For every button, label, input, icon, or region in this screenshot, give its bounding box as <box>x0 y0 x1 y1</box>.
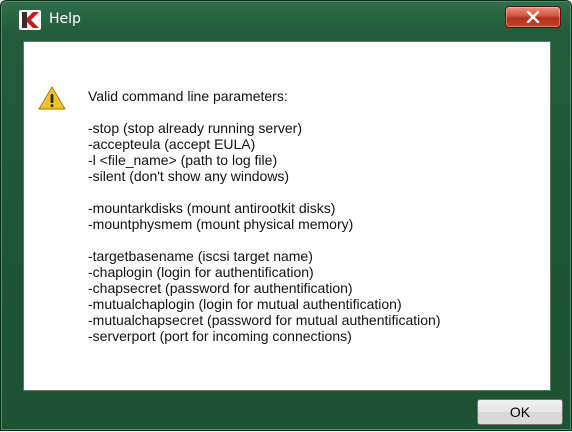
close-button[interactable] <box>505 6 561 28</box>
button-bar: OK <box>1 391 571 432</box>
parameter-line: -chapsecret (password for authentificati… <box>88 280 353 296</box>
parameter-line: -mutualchaplogin (login for mutual authe… <box>88 296 402 312</box>
message-heading: Valid command line parameters: <box>88 88 288 104</box>
parameter-line: -chaplogin (login for authentification) <box>88 264 314 280</box>
close-icon <box>526 11 540 23</box>
ok-button[interactable]: OK <box>477 399 563 425</box>
parameter-line: -stop (stop already running server) <box>88 120 302 136</box>
parameter-line: -silent (don't show any windows) <box>88 168 290 184</box>
parameter-line: -serverport (port for incoming connectio… <box>88 328 352 344</box>
kaspersky-k-icon <box>19 10 41 30</box>
window-title: Help <box>49 11 81 27</box>
warning-icon <box>38 86 66 110</box>
parameter-line: -targetbasename (iscsi target name) <box>88 248 313 264</box>
parameter-line: -accepteula (accept EULA) <box>88 136 256 152</box>
help-dialog: Help Valid command line parameters: -sto… <box>0 0 572 431</box>
parameter-line: -l <file_name> (path to log file) <box>88 152 278 168</box>
message-panel: Valid command line parameters: -stop (st… <box>23 41 551 391</box>
parameter-line: -mountarkdisks (mount antirootkit disks) <box>88 200 336 216</box>
parameter-line: -mutualchapsecret (password for mutual a… <box>88 312 441 328</box>
title-bar[interactable]: Help <box>1 1 571 37</box>
parameter-line: -mountphysmem (mount physical memory) <box>88 216 354 232</box>
message-text: Valid command line parameters: -stop (st… <box>88 88 548 344</box>
